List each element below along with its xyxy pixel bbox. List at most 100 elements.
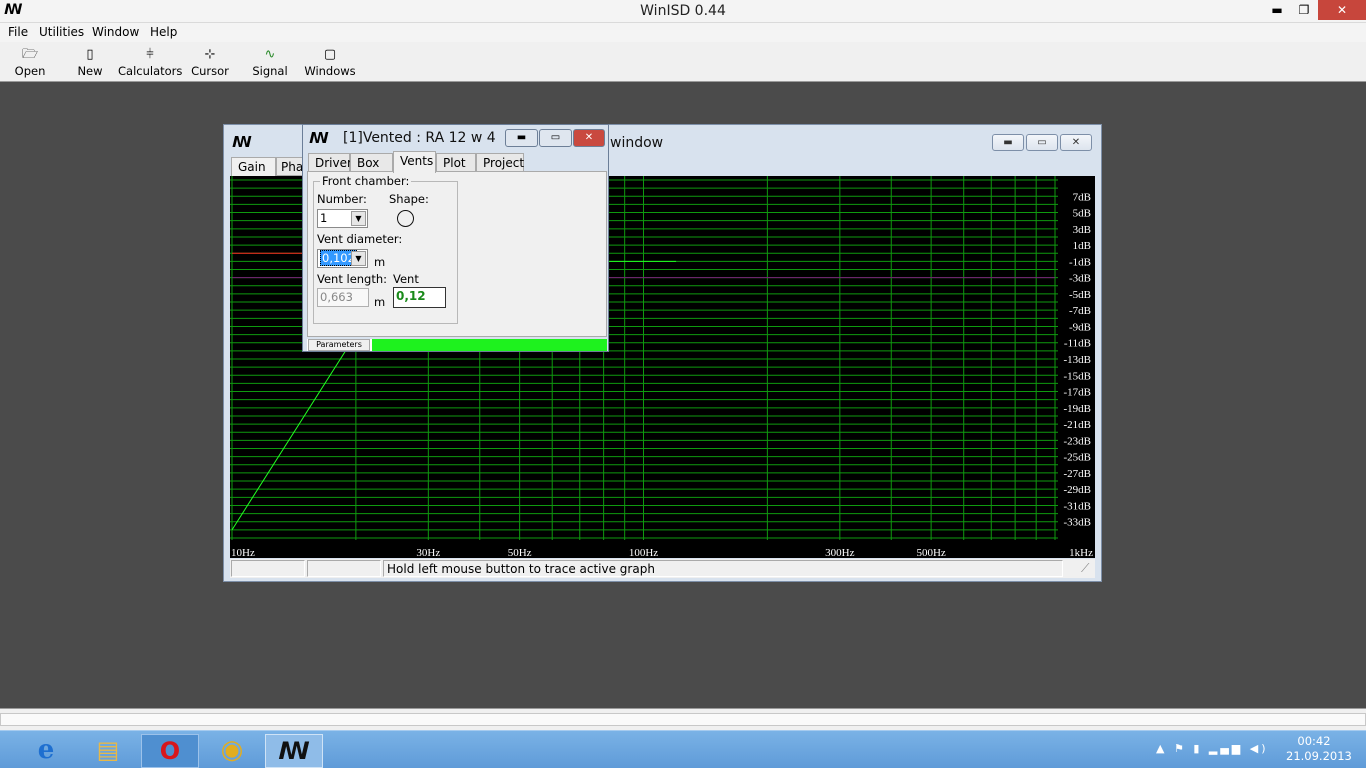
x-tick-label: 30Hz: [416, 547, 440, 558]
vent-length-unit: m: [374, 295, 386, 309]
number-value: 1: [320, 211, 328, 225]
app-title: WinISD 0.44: [640, 3, 726, 19]
x-tick-label: 500Hz: [916, 547, 945, 558]
chrome-icon[interactable]: ◉: [203, 734, 261, 768]
tab-box[interactable]: Box: [350, 153, 393, 172]
y-tick-label: -5dB: [1069, 289, 1091, 301]
bottom-status-field: [0, 713, 1366, 726]
menu-bar: File Utilities Window Help: [0, 23, 1366, 42]
y-tick-label: -23dB: [1064, 435, 1092, 447]
y-tick-label: -31dB: [1064, 500, 1092, 512]
x-tick-label: 300Hz: [825, 547, 854, 558]
menu-file[interactable]: File: [8, 25, 28, 39]
internet-explorer-icon[interactable]: e: [17, 734, 75, 768]
shape-label: Shape:: [389, 192, 429, 206]
cursor-button[interactable]: ⊹ Cursor: [178, 46, 242, 78]
x-tick-label: 100Hz: [629, 547, 658, 558]
tab-vents[interactable]: Vents: [393, 151, 436, 173]
folder-icon: 🗁: [21, 47, 39, 62]
clock-time: 00:42: [1297, 734, 1331, 748]
graph-maximize-button[interactable]: ▭: [1026, 134, 1058, 151]
y-tick-label: -19dB: [1064, 403, 1092, 415]
parameters-status-pane: Parameters: [308, 339, 370, 351]
y-tick-label: -21dB: [1064, 419, 1092, 431]
windows-button[interactable]: ▢ Windows: [298, 46, 362, 78]
tab-driver[interactable]: Driver: [308, 153, 352, 172]
y-tick-label: 7dB: [1073, 191, 1091, 203]
dialog-maximize-button[interactable]: ▭: [539, 129, 572, 147]
dialog-title: [1]Vented : RA 12 w 4: [343, 130, 496, 146]
dialog-status-bar: Parameters: [307, 339, 607, 351]
x-tick-label: 1kHz: [1069, 547, 1093, 558]
new-label: New: [77, 64, 103, 78]
toolbar: 🗁 Open ▯ New ⫩ Calculators ⊹ Cursor ∿ Signal …: [0, 42, 1366, 92]
graph-minimize-button[interactable]: ▬: [992, 134, 1024, 151]
new-button[interactable]: ▯ New: [58, 46, 122, 78]
status-pane-1: [231, 560, 305, 577]
tray-clock[interactable]: 00:42 21.09.2013: [1286, 734, 1352, 764]
y-tick-label: -11dB: [1064, 338, 1091, 350]
app-titlebar: ꟿ WinISD 0.44 ▬ ❐ ✕: [0, 0, 1366, 23]
close-button[interactable]: ✕: [1318, 0, 1366, 20]
calculators-button[interactable]: ⫩ Calculators: [118, 46, 182, 78]
dialog-close-button[interactable]: ✕: [573, 129, 605, 147]
cursor-icon: ⊹: [204, 47, 216, 62]
x-tick-label: 10Hz: [231, 547, 255, 558]
file-explorer-icon[interactable]: ▤: [79, 734, 137, 768]
x-tick-label: 50Hz: [508, 547, 532, 558]
clock-date: 21.09.2013: [1286, 749, 1352, 763]
vent-length-field[interactable]: 0,663: [317, 288, 369, 307]
dialog-minimize-button[interactable]: ▬: [505, 129, 538, 147]
y-tick-label: -13dB: [1064, 354, 1092, 366]
graph-window-logo-icon: ꟿ: [232, 133, 252, 151]
taskbar: e ▤ O ◉ ꟿ ▲ ⚑ ▮ ▂▄▆ ◀) 00:42 21.09.2013: [0, 730, 1366, 768]
open-button[interactable]: 🗁 Open: [0, 46, 62, 78]
menu-window[interactable]: Window: [92, 25, 139, 39]
chevron-down-icon[interactable]: ▼: [351, 251, 366, 266]
y-tick-label: 1dB: [1073, 240, 1091, 252]
menu-utilities[interactable]: Utilities: [39, 25, 84, 39]
dialog-tabs: Driver Box Vents Plot Project: [307, 151, 607, 173]
vent-diameter-unit: m: [374, 255, 386, 269]
system-tray-icons[interactable]: ▲ ⚑ ▮ ▂▄▆ ◀): [1156, 742, 1269, 755]
vent-diameter-select[interactable]: 0,102 ▼: [317, 249, 368, 268]
y-tick-label: -1dB: [1069, 256, 1091, 268]
menu-help[interactable]: Help: [150, 25, 177, 39]
tab-project[interactable]: Project: [476, 153, 524, 172]
bottom-status-strip: [0, 708, 1366, 730]
maximize-button[interactable]: ❐: [1290, 0, 1318, 20]
tab-gain[interactable]: Gain: [231, 157, 276, 176]
y-tick-label: -15dB: [1064, 370, 1092, 382]
opera-icon[interactable]: O: [141, 734, 199, 768]
cursor-label: Cursor: [191, 64, 229, 78]
y-tick-label: -29dB: [1064, 484, 1092, 496]
y-tick-label: -25dB: [1064, 452, 1092, 464]
y-tick-label: -27dB: [1064, 468, 1092, 480]
number-select[interactable]: 1 ▼: [317, 209, 368, 228]
front-chamber-group: Front chamber: Number: Shape: 1 ▼ Vent d…: [313, 174, 458, 324]
winisd-icon[interactable]: ꟿ: [265, 734, 323, 768]
y-tick-label: -9dB: [1069, 321, 1091, 333]
windows-label: Windows: [304, 64, 356, 78]
calculator-icon: ⫩: [146, 47, 154, 62]
vented-dialog[interactable]: ꟿ [1]Vented : RA 12 w 4 ▬ ▭ ✕ Driver Box…: [302, 124, 609, 352]
new-document-icon: ▯: [86, 47, 94, 62]
y-tick-label: -17dB: [1064, 387, 1092, 399]
graph-window-title: window: [610, 135, 664, 151]
y-tick-label: -3dB: [1069, 273, 1091, 285]
vent-mach-field: 0,12: [393, 287, 446, 308]
status-hint: Hold left mouse button to trace active g…: [383, 560, 1063, 577]
y-tick-label: 3dB: [1073, 224, 1091, 236]
chevron-down-icon[interactable]: ▼: [351, 211, 366, 226]
round-shape-icon[interactable]: [397, 210, 414, 227]
resize-grip-icon[interactable]: ⟋: [1081, 561, 1089, 576]
vent-length-label: Vent length:: [317, 272, 388, 286]
minimize-button[interactable]: ▬: [1262, 0, 1292, 20]
y-tick-label: -33dB: [1064, 517, 1092, 529]
graph-close-button[interactable]: ✕: [1060, 134, 1092, 151]
signal-generator-icon: ∿: [264, 47, 276, 62]
number-label: Number:: [317, 192, 367, 206]
windows-icon: ▢: [323, 47, 337, 62]
tab-plot[interactable]: Plot: [436, 153, 476, 172]
vent-diameter-label: Vent diameter:: [317, 232, 403, 246]
